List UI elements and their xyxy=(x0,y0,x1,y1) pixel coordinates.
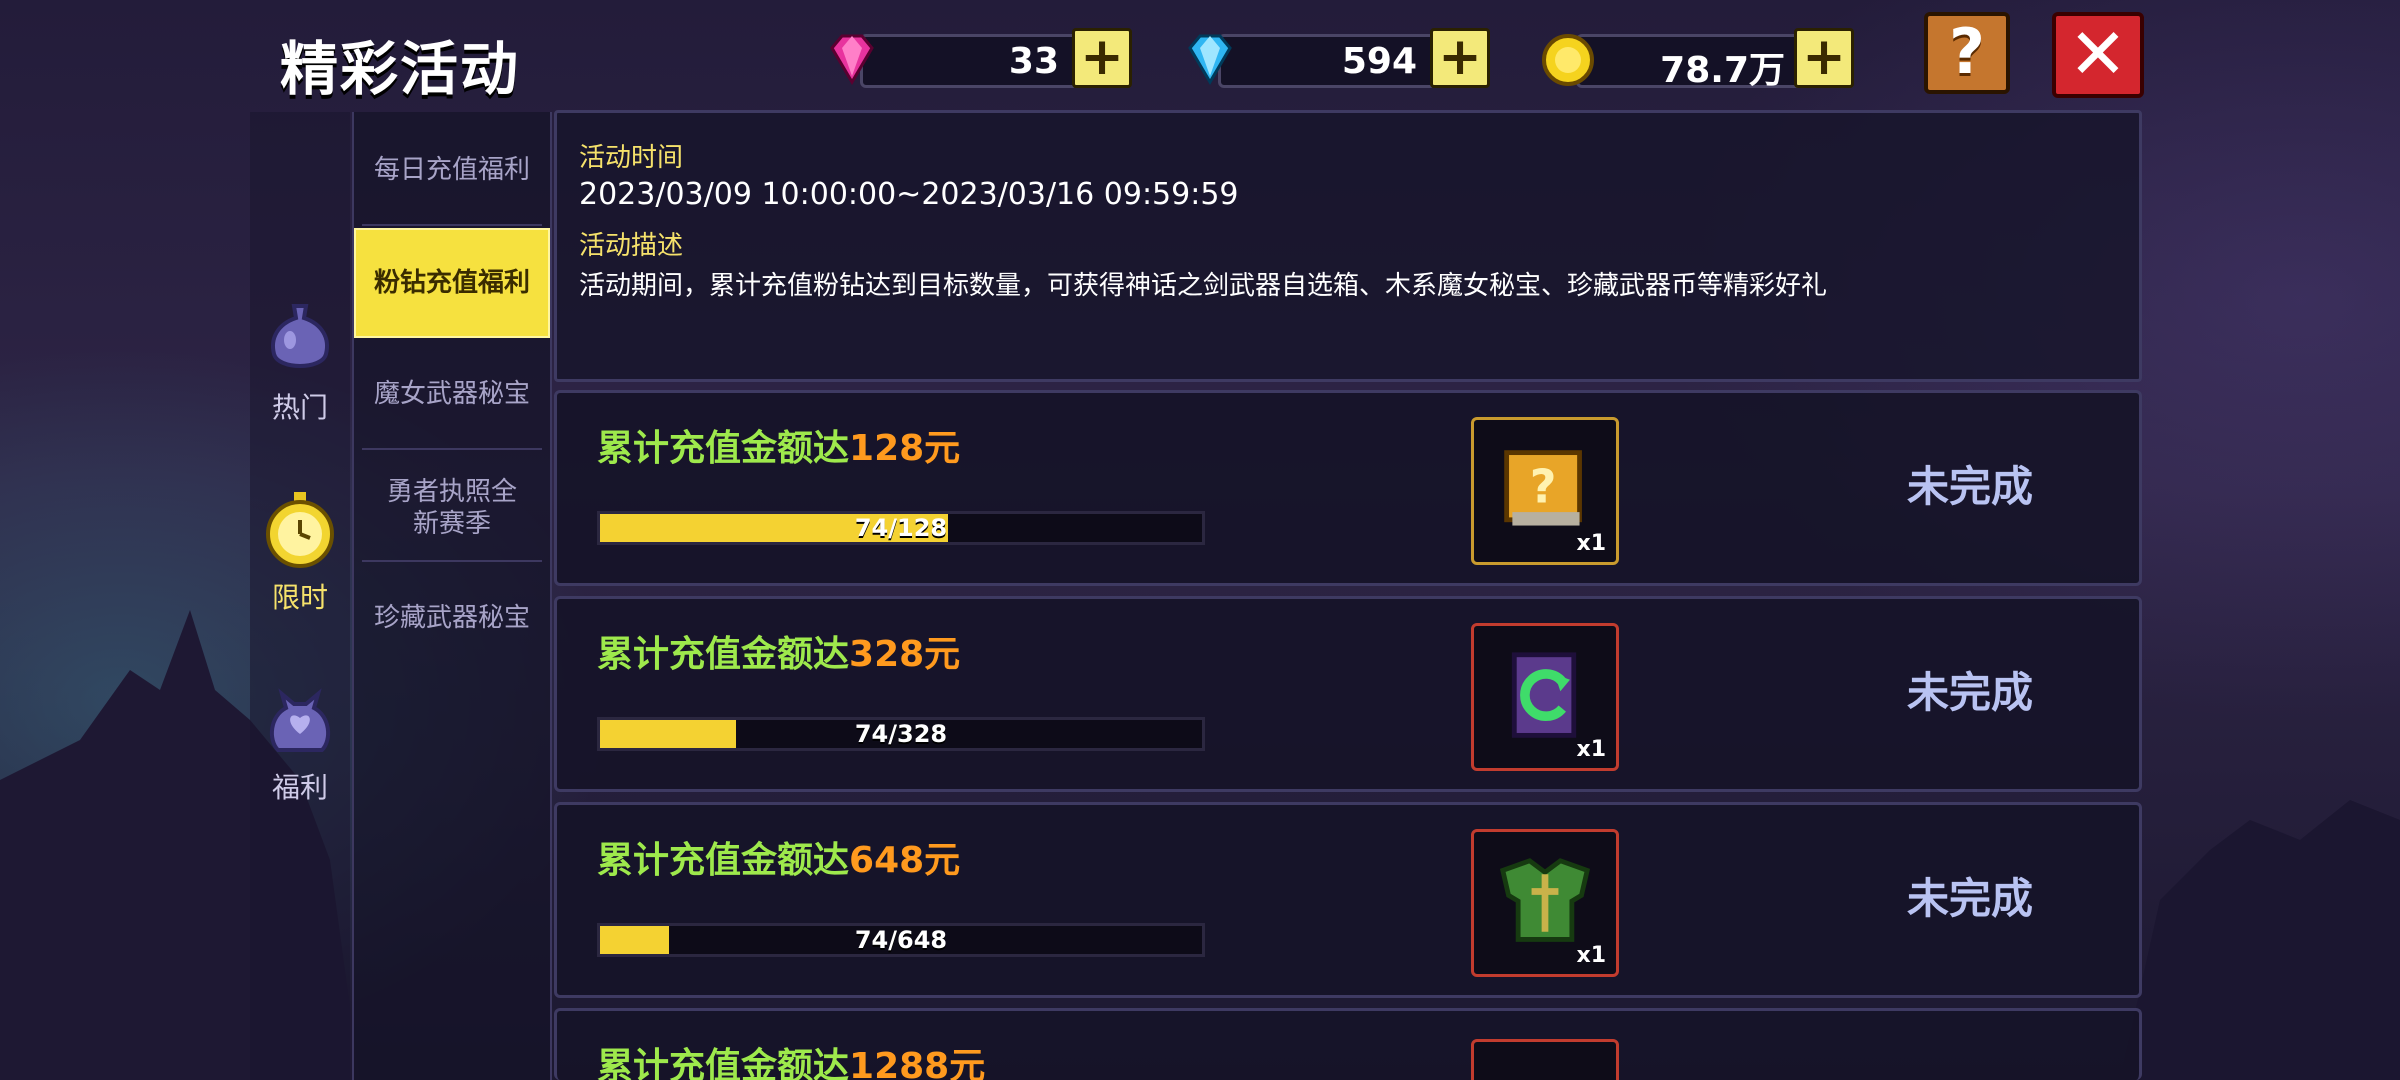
pink-diamond-counter: 33 + xyxy=(820,26,1132,90)
task-card: 累计充值金额达1288元 xyxy=(554,1008,2142,1080)
reward-quantity: x1 xyxy=(1576,943,1607,968)
category-label: 热门 xyxy=(271,391,328,424)
activity-tab-list: 每日充值福利 粉钻充值福利 魔女武器秘宝 勇者执照全新赛季 珍藏武器秘宝 xyxy=(352,112,552,1080)
task-card: 累计充值金额达328元 74/328 x1 未完成 xyxy=(554,596,2142,792)
task-status: 未完成 xyxy=(1907,668,2034,717)
blue-diamond-counter: 594 + xyxy=(1178,26,1490,90)
activity-time-value: 2023/03/09 10:00:00~2023/03/16 09:59:59 xyxy=(579,177,1239,212)
progress-bar: 74/648 xyxy=(597,923,1205,957)
category-hot[interactable]: 热门 xyxy=(250,300,350,426)
task-card: 累计充值金额达648元 74/648 x1 未完成 xyxy=(554,802,2142,998)
close-button[interactable]: ✕ xyxy=(2052,12,2144,98)
reward-slot[interactable] xyxy=(1471,1039,1619,1080)
tab-pink-diamond-recharge[interactable]: 粉钻充值福利 xyxy=(354,228,550,338)
blue-diamond-icon xyxy=(1188,34,1232,85)
tab-collection-weapon-treasure[interactable]: 珍藏武器秘宝 xyxy=(354,602,550,634)
category-welfare[interactable]: 福利 xyxy=(250,680,350,806)
category-label: 限时 xyxy=(271,581,328,614)
gold-coin-icon xyxy=(1542,34,1594,86)
reward-slot[interactable]: x1 xyxy=(1471,829,1619,977)
activity-desc-heading: 活动描述 xyxy=(579,231,684,261)
task-goal: 累计充值金额达1288元 xyxy=(597,1037,985,1080)
tab-hero-license-season[interactable]: 勇者执照全新赛季 xyxy=(354,476,550,540)
pink-diamond-icon xyxy=(830,34,874,85)
progress-bar: 74/328 xyxy=(597,717,1205,751)
task-amount: 328元 xyxy=(849,634,961,675)
reward-slot[interactable]: x1 xyxy=(1471,623,1619,771)
add-gold-button[interactable]: + xyxy=(1794,28,1854,88)
add-blue-diamond-button[interactable]: + xyxy=(1430,28,1490,88)
tab-daily-recharge[interactable]: 每日充值福利 xyxy=(354,154,550,186)
progress-text: 74/328 xyxy=(854,720,948,748)
task-amount: 128元 xyxy=(849,428,961,469)
add-pink-diamond-button[interactable]: + xyxy=(1072,28,1132,88)
pocket-watch-icon xyxy=(266,492,334,568)
task-card: 累计充值金额达128元 74/128 ? x1 未完成 xyxy=(554,390,2142,586)
gold-counter: 78.7万 + xyxy=(1536,26,1854,91)
page-title: 精彩活动 xyxy=(280,35,521,103)
activity-time-heading: 活动时间 xyxy=(579,143,684,173)
reward-quantity: x1 xyxy=(1576,531,1607,556)
tab-witch-weapon-treasure[interactable]: 魔女武器秘宝 xyxy=(354,378,550,410)
activity-info-panel: 活动时间 2023/03/09 10:00:00~2023/03/16 09:5… xyxy=(554,110,2142,382)
progress-text: 74/128 xyxy=(854,514,948,542)
category-limited[interactable]: 限时 xyxy=(250,490,350,616)
pink-diamond-value: 33 xyxy=(1008,41,1059,82)
task-status: 未完成 xyxy=(1907,462,2034,511)
category-label: 福利 xyxy=(271,771,328,804)
potion-icon xyxy=(271,304,329,368)
task-status: 未完成 xyxy=(1907,874,2034,923)
gift-bag-icon xyxy=(269,688,331,752)
progress-bar: 74/128 xyxy=(597,511,1205,545)
task-amount: 1288元 xyxy=(849,1046,986,1080)
gold-value: 78.7万 xyxy=(1660,50,1785,91)
svg-text:?: ? xyxy=(1530,460,1557,514)
blue-diamond-value: 594 xyxy=(1341,41,1417,82)
task-goal: 累计充值金额达128元 xyxy=(597,428,961,469)
task-goal: 累计充值金额达328元 xyxy=(597,634,961,675)
progress-text: 74/648 xyxy=(854,926,948,954)
reward-slot[interactable]: ? x1 xyxy=(1471,417,1619,565)
activity-desc-value: 活动期间，累计充值粉钻达到目标数量，可获得神话之剑武器自选箱、木系魔女秘宝、珍藏… xyxy=(579,271,1828,301)
task-goal: 累计充值金额达648元 xyxy=(597,840,961,881)
reward-quantity: x1 xyxy=(1576,737,1607,762)
task-amount: 648元 xyxy=(849,840,961,881)
help-button[interactable]: ? xyxy=(1924,12,2010,94)
